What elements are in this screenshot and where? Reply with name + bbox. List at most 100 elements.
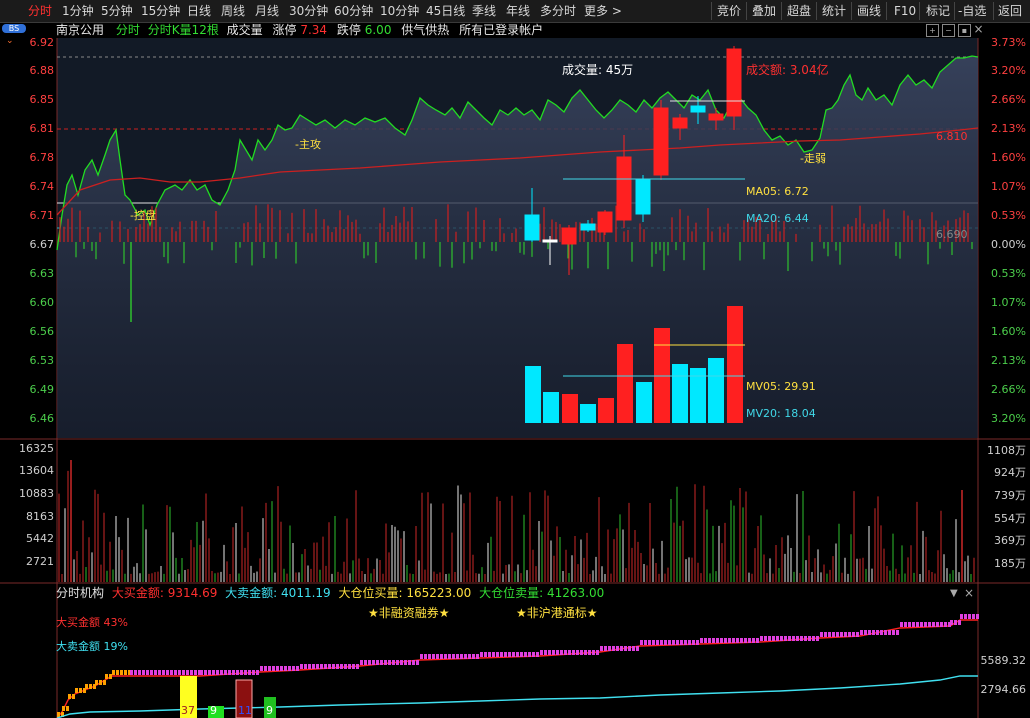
buy-marker: [644, 640, 647, 645]
avg-price-value: 6.810: [936, 130, 968, 143]
buy-marker: [716, 638, 719, 643]
buy-marker: [796, 636, 799, 641]
buy-marker: [89, 684, 92, 689]
kline-volume-block: [598, 398, 614, 423]
buy-marker: [954, 620, 957, 625]
buy-marker: [332, 664, 335, 669]
buy-marker: [744, 638, 747, 643]
buy-marker: [368, 660, 371, 665]
mv05-label: MV05: 29.91: [746, 380, 816, 393]
buy-marker: [276, 666, 279, 671]
buy-marker: [760, 636, 763, 641]
buy-marker: [444, 654, 447, 659]
pos-buy-value: 165223.00: [406, 586, 472, 600]
buy-marker: [632, 646, 635, 651]
buy-marker: [656, 640, 659, 645]
buy-marker: [548, 650, 551, 655]
price-tick: 6.88: [29, 64, 55, 77]
kline-volume-block: [708, 358, 724, 423]
buy-marker: [820, 632, 823, 637]
buy-marker: [256, 670, 259, 675]
buy-marker: [520, 652, 523, 657]
buy-marker: [158, 670, 161, 675]
buy-marker: [628, 646, 631, 651]
price-tick: 6.56: [29, 325, 55, 338]
buy-marker: [908, 622, 911, 627]
buy-marker: [876, 630, 879, 635]
mv20-label: MV20: 18.04: [746, 407, 816, 420]
buy-marker: [448, 654, 451, 659]
amount-annotation: 成交额: 3.04亿: [746, 63, 829, 77]
buy-marker: [958, 620, 961, 625]
kline-volume-block: [562, 394, 578, 423]
dropdown-icon: ▼: [950, 588, 958, 599]
buy-marker: [960, 614, 963, 619]
buy-marker: [292, 666, 295, 671]
volume-amount-tick: 185万: [994, 557, 1026, 570]
buy-marker: [103, 680, 106, 685]
buy-marker: [420, 654, 423, 659]
buy-marker: [464, 654, 467, 659]
pct-tick: 0.53%: [991, 209, 1026, 222]
buy-marker: [696, 640, 699, 645]
buy-marker: [676, 640, 679, 645]
buy-marker: [312, 664, 315, 669]
buy-marker: [244, 670, 247, 675]
buy-marker: [580, 650, 583, 655]
buy-marker: [832, 632, 835, 637]
buy-marker: [936, 622, 939, 627]
bottom-axis-top: 5589.32: [980, 654, 1027, 667]
kline-volume-block: [636, 382, 652, 423]
pct-tick: 3.73%: [991, 36, 1026, 49]
candle-body: [635, 179, 651, 215]
indicator-name[interactable]: 分时机构: [56, 586, 104, 600]
buy-marker: [572, 650, 575, 655]
buy-marker: [652, 640, 655, 645]
big-buy-value: 9314.69: [167, 586, 218, 600]
buy-marker: [836, 632, 839, 637]
pct-tick: 0.00%: [991, 238, 1026, 251]
buy-marker: [780, 636, 783, 641]
buy-marker: [616, 646, 619, 651]
buy-marker: [146, 670, 149, 675]
buy-marker: [348, 664, 351, 669]
buy-marker: [736, 638, 739, 643]
buy-marker: [216, 670, 219, 675]
buy-marker: [772, 636, 775, 641]
buy-marker: [576, 650, 579, 655]
buy-marker: [252, 670, 255, 675]
buy-marker: [99, 680, 102, 685]
kline-volume-block: [525, 366, 541, 423]
buy-marker: [440, 654, 443, 659]
buy-marker: [932, 622, 935, 627]
institution-panel-title: 分时机构 大买金额: 9314.69 大卖金额: 4011.19 大仓位买量: …: [56, 585, 604, 601]
panel-close-icon: ×: [964, 586, 974, 600]
buy-marker: [568, 650, 571, 655]
buy-marker: [328, 664, 331, 669]
buy-marker: [600, 646, 603, 651]
buy-marker: [872, 630, 875, 635]
bar-label: 11: [238, 704, 252, 717]
buy-marker: [376, 660, 379, 665]
buy-marker: [516, 652, 519, 657]
price-tick: 6.60: [29, 296, 55, 309]
buy-marker: [900, 622, 903, 627]
buy-marker: [816, 636, 819, 641]
buy-marker: [360, 660, 363, 665]
buy-marker: [880, 630, 883, 635]
buy-marker: [536, 652, 539, 657]
buy-marker: [344, 664, 347, 669]
buy-marker: [204, 670, 207, 675]
buy-marker: [672, 640, 675, 645]
buy-marker: [388, 660, 391, 665]
buy-marker: [792, 636, 795, 641]
buy-marker: [220, 670, 223, 675]
buy-marker: [556, 650, 559, 655]
buy-marker: [688, 640, 691, 645]
buy-marker: [912, 622, 915, 627]
buy-marker: [964, 614, 967, 619]
price-tick: 6.85: [29, 93, 55, 106]
volume-tick: 16325: [19, 442, 54, 455]
buy-marker: [976, 614, 979, 619]
buy-marker: [708, 638, 711, 643]
